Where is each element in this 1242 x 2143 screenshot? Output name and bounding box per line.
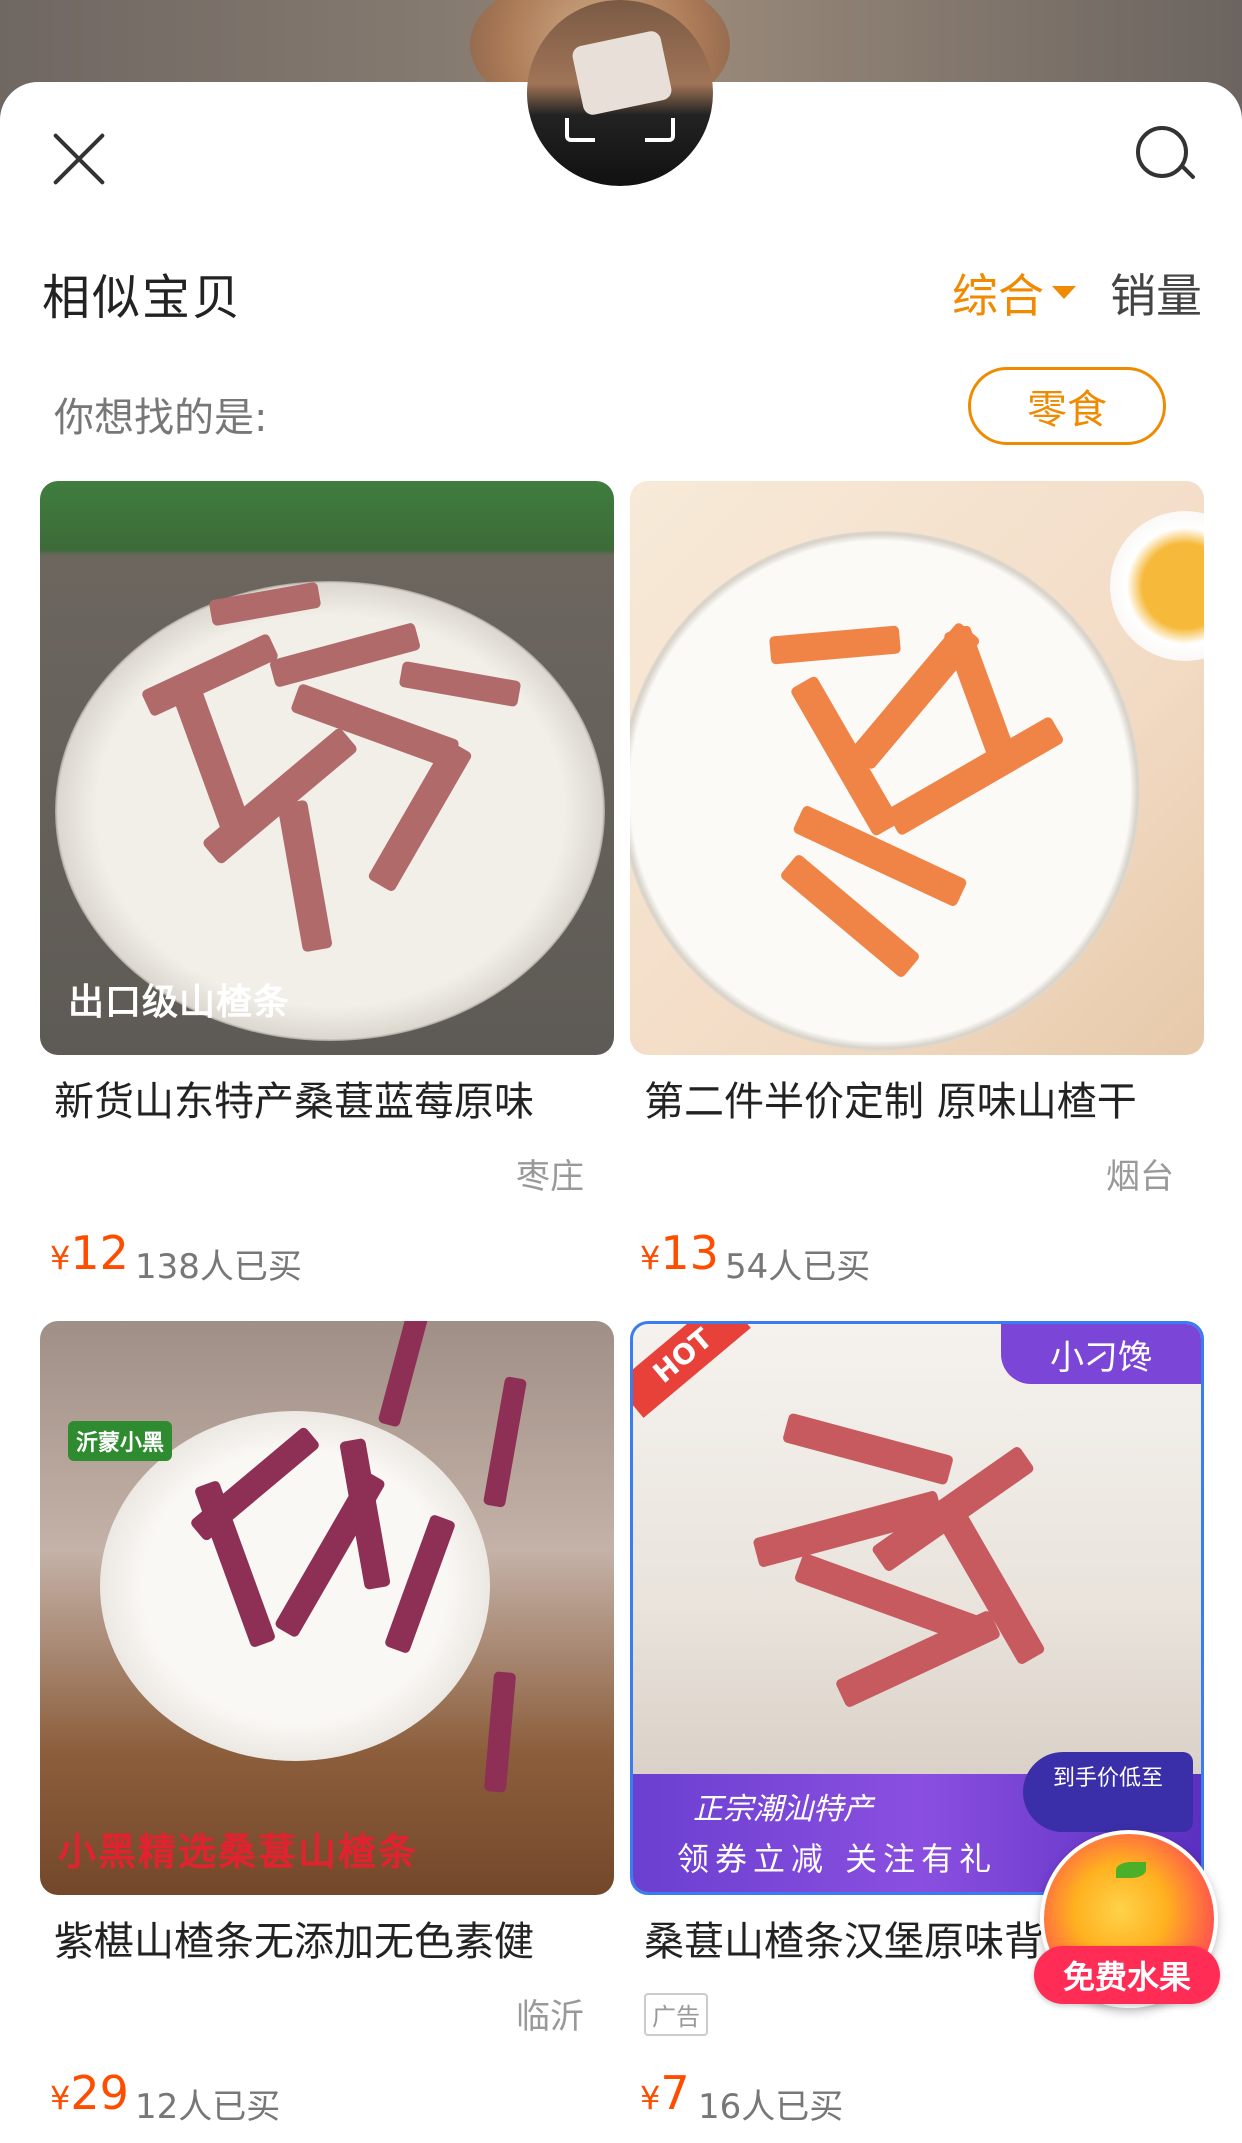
product-location: 临沂 [516,1997,584,2037]
price-value: 29 [70,2066,129,2120]
search-icon-ring [1136,126,1188,178]
thumbnail-plate [570,29,674,117]
sort-sales[interactable]: 销量 [1110,260,1202,326]
product-price: ¥12 [50,1226,129,1280]
price-value: 12 [70,1226,129,1280]
product-location: 枣庄 [516,1157,584,1197]
sort-comprehensive[interactable]: 综合 [952,260,1044,326]
product-image[interactable]: HOT 小刁馋 正宗潮汕特产 领券立减 关注有礼 到手价低至 [630,1321,1204,1895]
snack-graphic [377,1321,433,1428]
leaf-icon [1116,1862,1146,1878]
currency-symbol: ¥ [640,1239,661,1277]
image-caption: 小黑精选桑葚山楂条 [58,1830,419,1874]
suggestion-chip[interactable]: 零食 [968,367,1166,445]
currency-symbol: ¥ [640,2079,661,2117]
hot-badge: HOT [633,1324,751,1418]
currency-symbol: ¥ [50,2079,71,2117]
caret-down-icon[interactable] [1052,286,1076,299]
sold-count: 54人已买 [725,1247,871,1287]
product-title[interactable]: 第二件半价定制 原味山楂干 [644,1069,1192,1127]
search-icon-handle [1180,164,1196,180]
image-logo: 沂蒙小黑 [68,1421,173,1461]
product-image[interactable] [630,481,1204,1055]
product-image[interactable]: 沂蒙小黑 小黑精选桑葚山楂条 [40,1321,614,1895]
image-brand: 小刁馋 [1001,1324,1201,1384]
image-caption: 出口级山楂条 [68,982,291,1023]
currency-symbol: ¥ [50,1239,71,1277]
price-value: 7 [660,2066,690,2120]
sold-count: 12人已买 [135,2087,281,2127]
price-value: 13 [660,1226,719,1280]
banner-line-2: 领券立减 关注有礼 [677,1840,998,1878]
plate-graphic [630,531,1140,1051]
page-title: 相似宝贝 [42,270,243,326]
product-price: ¥13 [640,1226,719,1280]
price-badge: 到手价低至 [1023,1752,1193,1832]
close-icon[interactable] [48,128,110,190]
product-price: ¥7 [640,2066,690,2120]
snack-graphic [483,1671,517,1793]
product-title[interactable]: 紫椹山楂条无添加无色素健 [54,1909,602,1967]
product-title[interactable]: 新货山东特产桑葚蓝莓原味 [54,1069,602,1127]
search-icon[interactable] [1136,126,1196,184]
product-price: ¥29 [50,2066,129,2120]
snack-graphic [782,1412,954,1486]
ad-tag: 广告 [644,1993,708,2036]
product-image[interactable]: 出口级山楂条 [40,481,614,1055]
product-location: 烟台 [1106,1157,1174,1197]
sold-count: 16人已买 [698,2087,844,2127]
crop-bracket-right-icon [645,118,675,142]
free-fruit-button[interactable]: 免费水果 [1034,1946,1220,2004]
banner-line-1: 正宗潮汕特产 [693,1792,873,1827]
sold-count: 138人已买 [135,1247,302,1287]
bowl-graphic [1110,511,1204,661]
suggestion-label: 你想找的是: [54,395,268,441]
source-image-thumbnail[interactable] [527,0,713,186]
crop-bracket-left-icon [565,118,595,142]
snack-graphic [482,1376,528,1508]
